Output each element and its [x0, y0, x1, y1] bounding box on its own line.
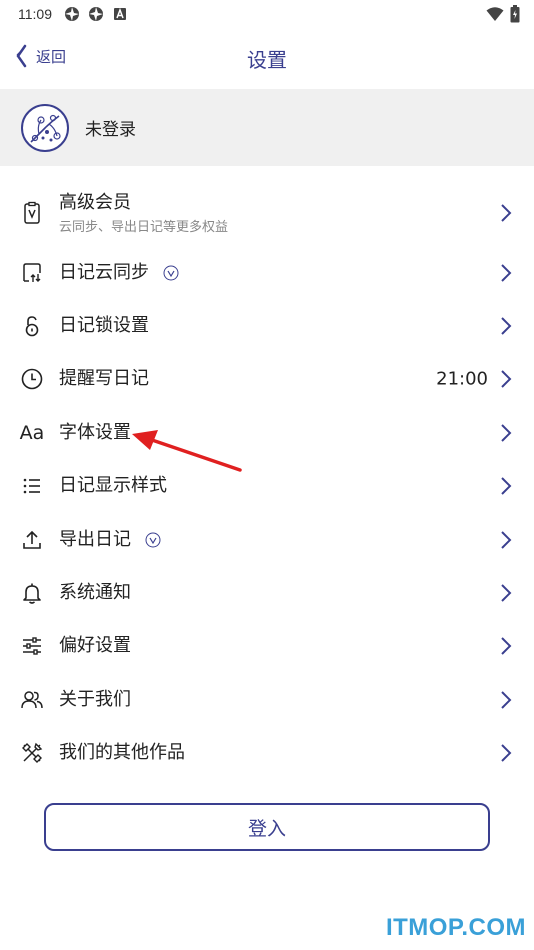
menu-item-reminder[interactable]: 提醒写日记 21:00 [0, 353, 534, 406]
menu-label: 高级会员 [59, 191, 131, 213]
chevron-right-icon [501, 530, 512, 549]
menu-label: 日记云同步 [59, 261, 149, 283]
user-card[interactable]: 未登录 [0, 89, 534, 166]
nav-bar: 返回 设置 [0, 36, 534, 80]
menu-item-about-us[interactable]: 关于我们 [0, 673, 534, 726]
menu-item-other-apps[interactable]: 我们的其他作品 [0, 727, 534, 780]
sliders-icon [23, 637, 41, 656]
menu-label: 偏好设置 [59, 635, 131, 657]
menu-item-display-style[interactable]: 日记显示样式 [0, 460, 534, 513]
people-icon [21, 691, 43, 708]
chevron-right-icon [501, 424, 512, 442]
reminder-time-value: 21:00 [436, 368, 488, 390]
bell-icon [23, 583, 41, 604]
chevron-right-icon [501, 370, 512, 389]
status-system-icons [486, 5, 520, 23]
app-a-icon [114, 7, 126, 20]
tools-icon [22, 742, 43, 764]
chevron-right-icon [501, 263, 512, 282]
battery-icon [510, 5, 520, 23]
font-icon: Aa [19, 421, 45, 444]
watermark: ITMOP.COM [385, 914, 526, 941]
lock-icon [25, 316, 39, 337]
avatar [21, 103, 69, 152]
plum-blossom-icon [30, 114, 61, 143]
membership-card-icon [24, 201, 40, 224]
page-title: 设置 [247, 48, 287, 72]
menu-label: 字体设置 [59, 421, 131, 443]
menu-label: 日记锁设置 [59, 315, 149, 337]
chevron-right-icon [501, 637, 512, 656]
status-time: 11:09 [18, 6, 52, 22]
menu-label: 系统通知 [59, 582, 131, 604]
status-bar: 11:09 [0, 0, 534, 28]
menu-item-preferences[interactable]: 偏好设置 [0, 620, 534, 673]
chevron-right-icon [501, 691, 512, 709]
status-notification-icons [64, 6, 128, 22]
vip-badge-icon [145, 532, 161, 548]
settings-menu: 高级会员 云同步、导出日记等更多权益 日记云同步 日记锁设置 提醒写日记 21:… [0, 180, 534, 780]
menu-item-font-settings[interactable]: Aa 字体设置 [0, 406, 534, 459]
wifi-icon [486, 7, 504, 21]
user-name: 未登录 [85, 120, 136, 140]
list-icon [23, 478, 40, 494]
vip-badge-icon [163, 265, 179, 281]
clock-icon [21, 369, 43, 390]
menu-sublabel: 云同步、导出日记等更多权益 [59, 219, 229, 235]
menu-label: 日记显示样式 [59, 475, 167, 497]
chevron-right-icon [501, 317, 512, 335]
chevron-right-icon [501, 204, 512, 222]
menu-item-membership[interactable]: 高级会员 云同步、导出日记等更多权益 [0, 180, 534, 246]
login-button[interactable]: 登入 [44, 803, 490, 851]
menu-item-diary-lock[interactable]: 日记锁设置 [0, 299, 534, 352]
menu-item-cloud-sync[interactable]: 日记云同步 [0, 246, 534, 299]
menu-label: 关于我们 [59, 688, 131, 710]
menu-item-notifications[interactable]: 系统通知 [0, 566, 534, 619]
aperture-icon [65, 7, 79, 21]
menu-label: 导出日记 [59, 528, 131, 550]
upload-icon [23, 530, 41, 549]
aperture-icon [89, 7, 103, 21]
cloud-sync-icon [23, 262, 41, 282]
chevron-right-icon [501, 477, 512, 495]
menu-label: 提醒写日记 [59, 368, 149, 390]
menu-label: 我们的其他作品 [59, 742, 185, 764]
chevron-right-icon [501, 584, 512, 602]
chevron-right-icon [501, 744, 512, 762]
menu-item-export[interactable]: 导出日记 [0, 513, 534, 566]
